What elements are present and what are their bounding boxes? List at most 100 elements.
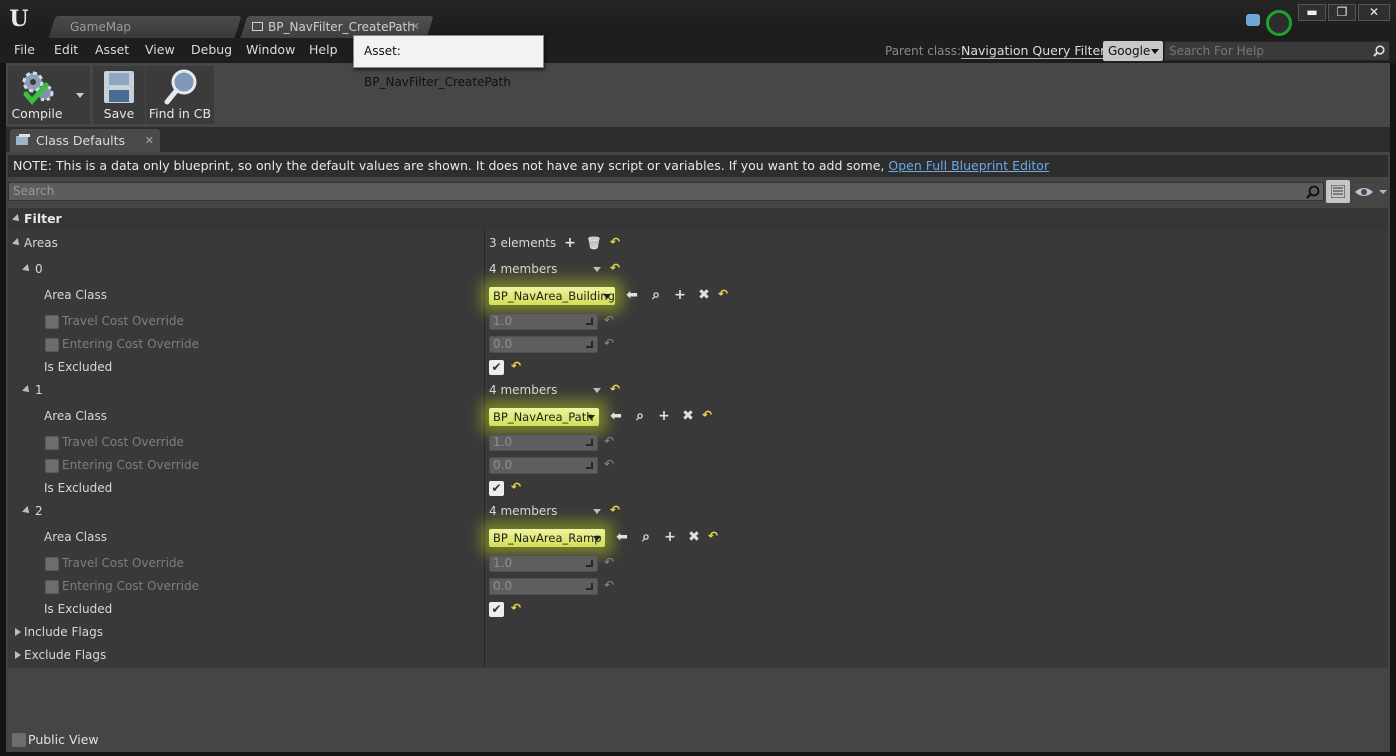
chat-icon[interactable] [1246,14,1260,26]
element-index: 2 [35,504,43,518]
browse-icon[interactable]: ⌕ [648,286,664,304]
add-icon[interactable]: + [656,407,672,425]
entering-cost-input[interactable]: 0.0 [489,578,598,595]
reset-to-default-icon[interactable]: ↶ [610,261,620,275]
reset-to-default-icon[interactable]: ↶ [610,235,620,249]
reset-to-default-icon[interactable]: ↶ [511,601,521,615]
clear-icon[interactable]: ✖ [696,286,712,304]
drag-handle-icon [586,560,593,567]
collapse-arrow-icon[interactable] [22,385,32,395]
use-selected-arrow-icon[interactable]: ⬅ [608,407,624,425]
category-filter-header[interactable]: Filter [8,208,1388,230]
add-icon[interactable]: + [672,286,688,304]
unreal-logo-icon[interactable]: U [5,5,33,33]
area-class-combo[interactable]: BP_NavArea_Building [489,287,615,305]
search-provider-label: Google [1108,44,1151,58]
tab-gamemap[interactable]: GameMap [48,16,242,38]
reset-to-default-icon[interactable]: ↶ [511,480,521,494]
override-checkbox[interactable] [45,315,59,329]
search-provider-dropdown[interactable]: Google [1103,41,1163,61]
source-control-icon[interactable] [1266,10,1292,36]
clear-icon[interactable]: ✖ [686,528,702,546]
members-dropdown[interactable]: 4 members [489,383,607,397]
reset-to-default-icon[interactable]: ↶ [610,503,620,517]
reset-to-default-icon[interactable]: ↶ [511,359,521,373]
menu-edit[interactable]: Edit [54,42,78,57]
entering-cost-label: Entering Cost Override [62,458,199,472]
travel-cost-input[interactable]: 1.0 [489,434,598,451]
parent-class-link[interactable]: Navigation Query Filter [961,44,1106,59]
is-excluded-checkbox[interactable]: ✔ [489,602,504,617]
entering-cost-input[interactable]: 0.0 [489,336,598,353]
menu-view[interactable]: View [145,42,175,57]
travel-cost-input[interactable]: 1.0 [489,555,598,572]
toolbar: Compile Save Find in CB [6,63,1390,127]
area-class-combo[interactable]: BP_NavArea_Path [489,408,599,426]
tab-class-defaults[interactable]: Class Defaults ✕ [10,129,160,152]
menu-debug[interactable]: Debug [191,42,232,57]
clear-icon[interactable]: ✖ [680,407,696,425]
menu-window[interactable]: Window [246,42,295,57]
reset-to-default-icon[interactable]: ↶ [610,382,620,396]
use-selected-arrow-icon[interactable]: ⬅ [614,528,630,546]
browse-icon[interactable]: ⌕ [632,407,648,425]
entering-cost-input[interactable]: 0.0 [489,457,598,474]
use-selected-arrow-icon[interactable]: ⬅ [624,286,640,304]
drag-handle-icon [586,462,593,469]
menu-file[interactable]: File [14,42,35,57]
members-dropdown[interactable]: 4 members [489,262,607,276]
entering-cost-row: Entering Cost Override 0.0 ↶ [8,454,1388,477]
close-tab-icon[interactable]: ✕ [145,129,154,152]
restore-button[interactable]: ❐ [1328,4,1356,21]
travel-cost-input[interactable]: 1.0 [489,313,598,330]
is-excluded-label: Is Excluded [44,481,113,495]
minimize-button[interactable]: ▬ [1298,4,1326,21]
close-button[interactable]: ✕ [1358,4,1390,21]
close-tab-icon[interactable]: ✕ [411,16,420,38]
menu-help[interactable]: Help [309,42,338,57]
find-in-content-browser-button[interactable]: Find in CB [146,66,214,124]
is-excluded-row: Is Excluded ✔ ↶ [8,356,1388,379]
members-dropdown[interactable]: 4 members [489,504,607,518]
area-class-combo[interactable]: BP_NavArea_Ramp [489,529,605,547]
override-checkbox[interactable] [45,557,59,571]
area-class-label: Area Class [44,530,107,544]
tab-label: GameMap [70,20,132,34]
public-view-checkbox[interactable] [12,733,26,747]
travel-cost-row: Travel Cost Override 1.0 ↶ [8,431,1388,454]
reset-to-default-icon[interactable]: ↶ [718,287,728,301]
add-icon[interactable]: + [662,528,678,546]
details-search-input[interactable]: Search [8,182,1324,201]
trash-icon[interactable]: 🗑 [586,234,602,252]
browse-icon[interactable]: ⌕ [638,528,654,546]
is-excluded-checkbox[interactable]: ✔ [489,481,504,496]
collapse-arrow-icon[interactable] [22,506,32,516]
compile-options-chevron-icon[interactable] [76,93,84,98]
compile-button[interactable]: Compile [8,66,90,124]
collapse-arrow-icon[interactable] [12,214,22,224]
data-only-note: NOTE: This is a data only blueprint, so … [8,155,1388,177]
reset-to-default-icon[interactable]: ↶ [708,529,718,543]
override-checkbox[interactable] [45,459,59,473]
property-matrix-button[interactable] [1326,180,1350,203]
override-checkbox[interactable] [45,580,59,594]
is-excluded-checkbox[interactable]: ✔ [489,360,504,375]
save-button[interactable]: Save [93,66,145,124]
drag-handle-icon [586,583,593,590]
add-element-icon[interactable]: + [562,234,578,252]
menu-asset[interactable]: Asset [95,42,129,57]
chevron-down-icon [593,509,601,514]
help-search-input[interactable]: Search For Help [1164,41,1390,61]
travel-cost-label: Travel Cost Override [62,314,184,328]
override-checkbox[interactable] [45,436,59,450]
collapse-arrow-icon[interactable] [22,264,32,274]
expand-arrow-icon[interactable] [15,628,21,636]
collapse-arrow-icon[interactable] [12,238,22,248]
override-checkbox[interactable] [45,338,59,352]
view-options-button[interactable] [1354,185,1388,199]
reset-to-default-icon[interactable]: ↶ [702,408,712,422]
include-flags-row: Include Flags [8,621,1388,644]
open-full-editor-link[interactable]: Open Full Blueprint Editor [888,158,1049,173]
expand-arrow-icon[interactable] [15,651,21,659]
entering-cost-value: 0.0 [493,458,513,472]
